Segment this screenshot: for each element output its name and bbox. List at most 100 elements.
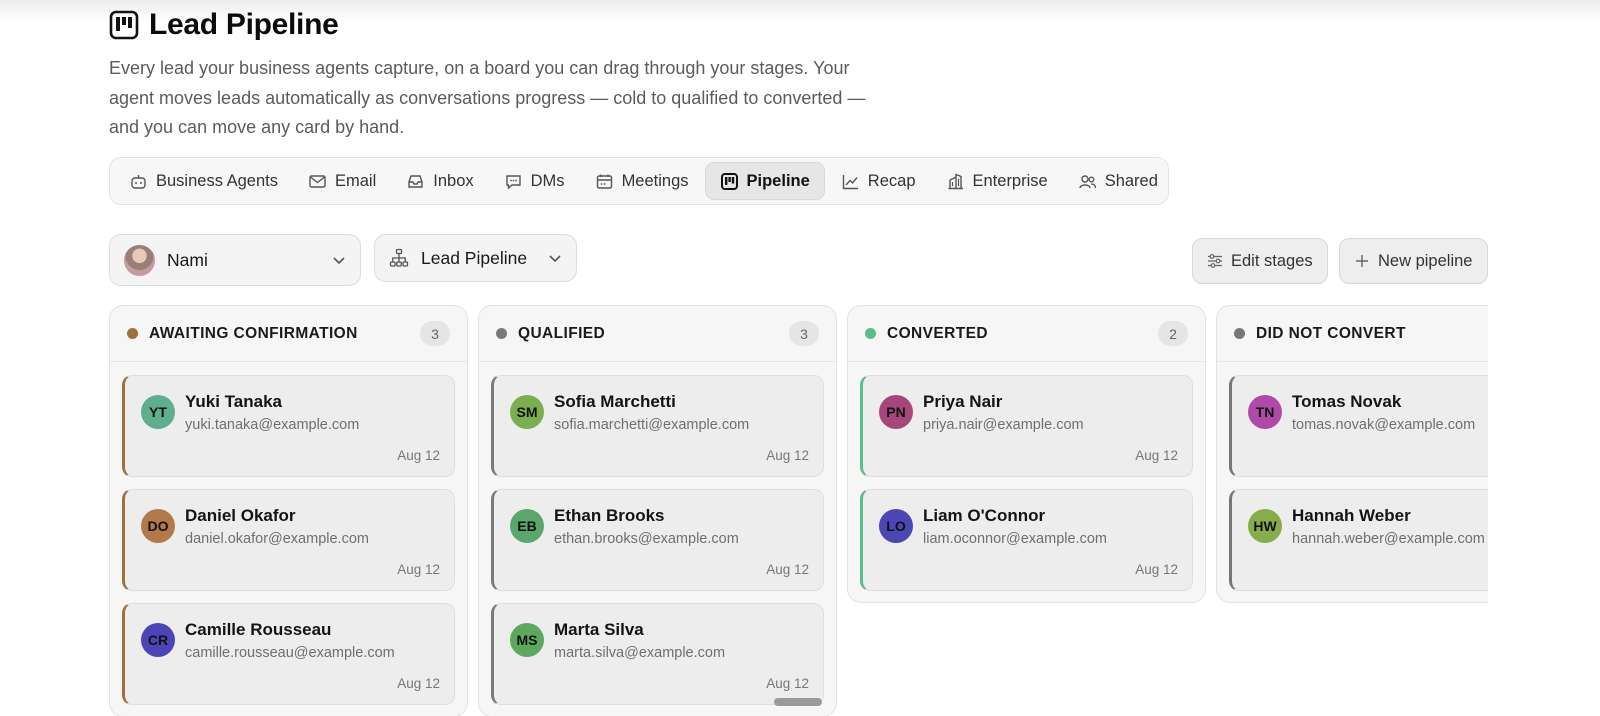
lead-name: Marta Silva bbox=[554, 620, 644, 639]
robot-icon bbox=[131, 174, 146, 189]
lead-name: Yuki Tanaka bbox=[185, 392, 283, 411]
lead-card[interactable]: SM Sofia Marchetti sofia.marchetti@example… bbox=[491, 375, 824, 477]
lead-card[interactable]: MS Marta Silva marta.silva@example.com Aug … bbox=[491, 603, 824, 705]
page-title: Lead Pipeline bbox=[149, 8, 339, 41]
column-count-badge: 3 bbox=[420, 321, 450, 346]
lead-date: Aug 12 bbox=[397, 448, 440, 463]
chat-icon bbox=[505, 174, 521, 190]
tab-label: Recap bbox=[867, 171, 916, 190]
column-header: QUALIFIED 3 bbox=[479, 306, 836, 362]
tab-enterprise[interactable]: Enterprise bbox=[932, 162, 1062, 200]
hierarchy-icon bbox=[389, 248, 409, 267]
lead-card[interactable]: CR Camille Rousseau camille.rousseau@examp… bbox=[122, 603, 455, 705]
pipeline-selector-label: Lead Pipeline bbox=[421, 247, 528, 268]
lead-email: tomas.novak@example.com bbox=[1292, 417, 1476, 433]
chevron-down-icon bbox=[549, 255, 561, 263]
tab-label: Pipeline bbox=[746, 171, 810, 190]
nav-tabs: Business Agents Email Inbox DMs Meetings Pipe… bbox=[109, 157, 1169, 205]
calendar-icon bbox=[596, 174, 612, 189]
column-count-badge: 3 bbox=[789, 321, 819, 346]
tab-shared[interactable]: Shared bbox=[1064, 162, 1172, 200]
horizontal-scrollbar[interactable] bbox=[774, 698, 822, 706]
lead-card[interactable]: PN Priya Nair priya.nair@example.com Aug 12 bbox=[860, 375, 1193, 477]
card-list: TNTomas Novaktomas.novak@example.comAug … bbox=[1217, 362, 1488, 602]
tab-meetings[interactable]: Meetings bbox=[581, 162, 703, 200]
column-title: QUALIFIED bbox=[518, 324, 606, 342]
column-header: DID NOT CONVERT2 bbox=[1217, 306, 1488, 362]
edit-stages-label: Edit stages bbox=[1231, 251, 1313, 270]
lead-name: Camille Rousseau bbox=[185, 620, 332, 639]
plus-icon bbox=[1356, 255, 1368, 267]
column-header: CONVERTED 2 bbox=[848, 306, 1205, 362]
kanban-icon bbox=[720, 172, 738, 190]
lead-card[interactable]: DO Daniel Okafor daniel.okafor@example.com… bbox=[122, 489, 455, 591]
lead-email: hannah.weber@example.com bbox=[1292, 531, 1485, 547]
agent-selector[interactable]: Nami bbox=[109, 234, 361, 286]
lead-card[interactable]: TNTomas Novaktomas.novak@example.comAug … bbox=[1229, 375, 1488, 477]
lead-email: yuki.tanaka@example.com bbox=[185, 417, 360, 433]
agent-avatar bbox=[124, 244, 155, 276]
page-description: Every lead your business agents capture,… bbox=[109, 58, 866, 137]
lead-card[interactable]: LO Liam O'Connor liam.oconnor@example.com A… bbox=[860, 489, 1193, 591]
building-icon bbox=[948, 172, 963, 189]
pipeline-selector[interactable]: Lead Pipeline bbox=[374, 234, 577, 282]
pipeline-board: AWAITING CONFIRMATION 3 YT Yuki Tanaka yuki.… bbox=[109, 305, 1488, 716]
lead-email: camille.rousseau@example.com bbox=[185, 645, 395, 661]
stage-dot bbox=[865, 328, 876, 339]
avatar: PN bbox=[879, 395, 913, 429]
stage-dot bbox=[496, 328, 507, 339]
lead-name: Priya Nair bbox=[923, 392, 1003, 411]
column-count-badge: 2 bbox=[1158, 321, 1188, 346]
column-title: DID NOT CONVERT bbox=[1256, 324, 1406, 342]
lead-email: marta.silva@example.com bbox=[554, 645, 726, 661]
lead-email: sofia.marchetti@example.com bbox=[554, 417, 750, 433]
stage-dot bbox=[127, 328, 138, 339]
lead-date: Aug 12 bbox=[397, 676, 440, 691]
trend-icon bbox=[842, 174, 858, 189]
avatar: YT bbox=[141, 395, 175, 429]
lead-email: priya.nair@example.com bbox=[923, 417, 1084, 433]
tab-recap[interactable]: Recap bbox=[827, 162, 930, 200]
avatar: EB bbox=[510, 509, 544, 543]
chevron-down-icon bbox=[333, 257, 345, 265]
tab-label: DMs bbox=[530, 171, 565, 190]
lead-email: ethan.brooks@example.com bbox=[554, 531, 739, 547]
column-header: AWAITING CONFIRMATION 3 bbox=[110, 306, 467, 362]
tab-business-agents[interactable]: Business Agents bbox=[115, 162, 292, 200]
tab-email[interactable]: Email bbox=[294, 162, 390, 200]
avatar: HW bbox=[1248, 509, 1282, 543]
new-pipeline-label: New pipeline bbox=[1378, 251, 1473, 270]
page-header: Lead Pipeline Every lead your business a… bbox=[109, 8, 1009, 143]
title-row: Lead Pipeline bbox=[109, 8, 1009, 42]
kanban-icon bbox=[109, 10, 139, 40]
users-icon bbox=[1079, 174, 1096, 188]
avatar: TN bbox=[1248, 395, 1282, 429]
mail-icon bbox=[309, 174, 326, 188]
sliders-icon bbox=[1208, 254, 1222, 268]
tab-label: Business Agents bbox=[156, 171, 278, 190]
tab-dms[interactable]: DMs bbox=[490, 162, 579, 200]
tab-label: Shared bbox=[1104, 171, 1158, 190]
card-list: YT Yuki Tanaka yuki.tanaka@example.com Aug … bbox=[110, 362, 467, 716]
pipeline-column: QUALIFIED 3 SM Sofia Marchetti sofia.marchet… bbox=[478, 305, 837, 716]
lead-card[interactable]: EB Ethan Brooks ethan.brooks@example.com Au… bbox=[491, 489, 824, 591]
new-pipeline-button[interactable]: New pipeline bbox=[1339, 238, 1488, 284]
avatar: SM bbox=[510, 395, 544, 429]
column-title: CONVERTED bbox=[887, 324, 988, 342]
column-title: AWAITING CONFIRMATION bbox=[149, 324, 358, 342]
tab-inbox[interactable]: Inbox bbox=[392, 162, 487, 200]
card-list: PN Priya Nair priya.nair@example.com Aug 12… bbox=[848, 362, 1205, 602]
lead-name: Ethan Brooks bbox=[554, 506, 665, 525]
pipeline-column: AWAITING CONFIRMATION 3 YT Yuki Tanaka yuki.… bbox=[109, 305, 468, 716]
lead-email: daniel.okafor@example.com bbox=[185, 531, 369, 547]
lead-date: Aug 12 bbox=[1135, 562, 1178, 577]
lead-card[interactable]: HWHannah Weberhannah.weber@example.comAu… bbox=[1229, 489, 1488, 591]
lead-card[interactable]: YT Yuki Tanaka yuki.tanaka@example.com Aug … bbox=[122, 375, 455, 477]
edit-stages-button[interactable]: Edit stages bbox=[1192, 238, 1328, 284]
lead-date: Aug 12 bbox=[1135, 448, 1178, 463]
lead-name: Sofia Marchetti bbox=[554, 392, 676, 411]
tab-label: Meetings bbox=[621, 171, 689, 190]
lead-date: Aug 12 bbox=[766, 562, 809, 577]
tab-pipeline[interactable]: Pipeline bbox=[704, 162, 825, 200]
lead-date: Aug 12 bbox=[766, 676, 809, 691]
